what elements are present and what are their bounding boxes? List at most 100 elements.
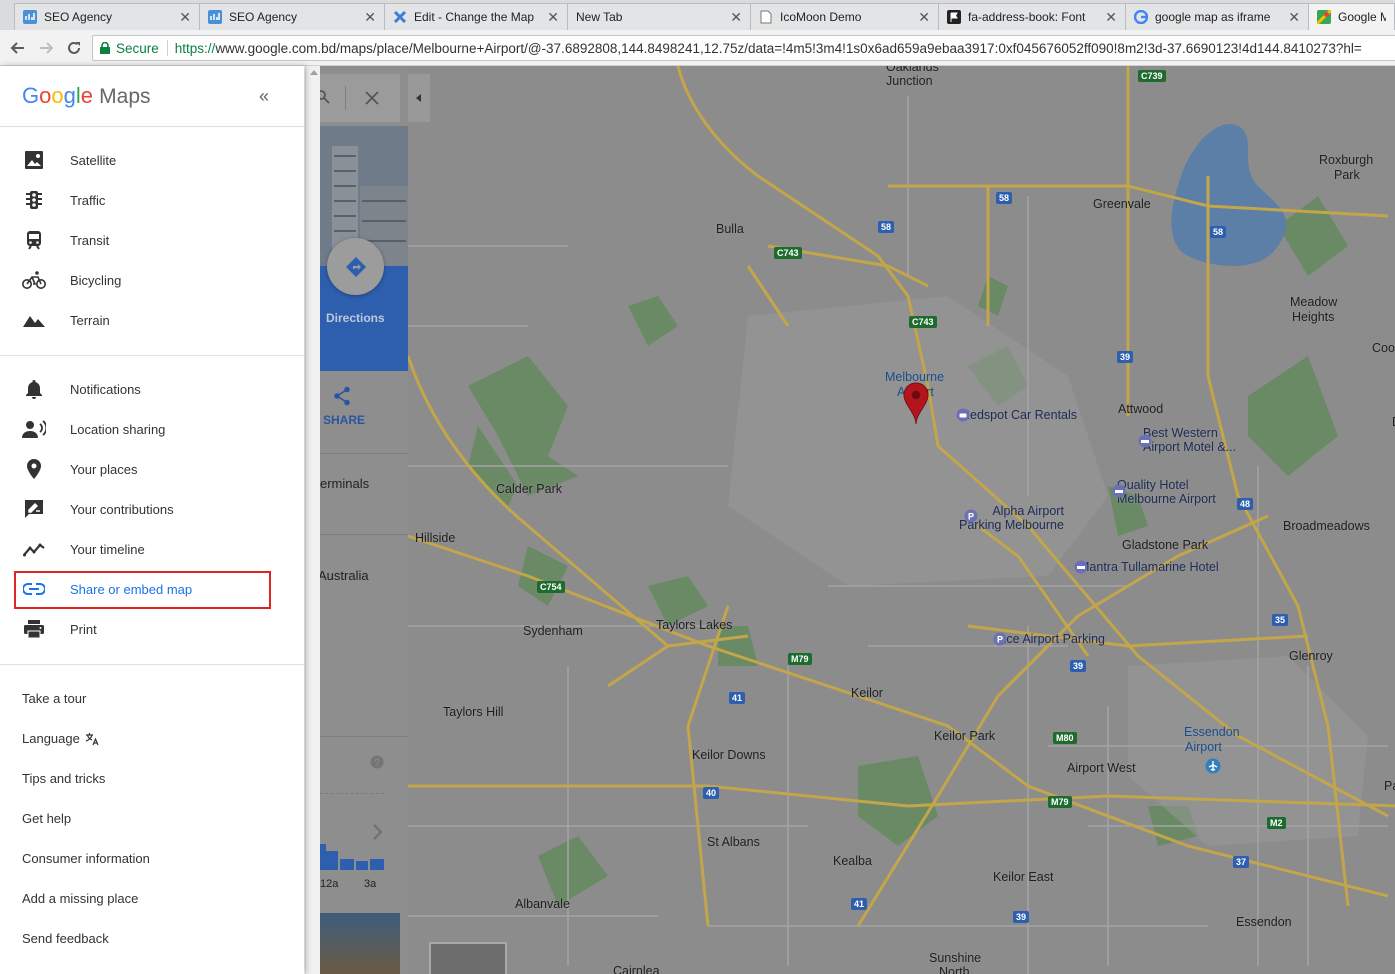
place-label[interactable]: Keilor Downs xyxy=(692,748,766,762)
place-label[interactable]: Keilor East xyxy=(993,870,1053,884)
tab-title: SEO Agency xyxy=(229,10,298,24)
footer-link-label: Language xyxy=(22,731,80,746)
place-label[interactable]: Roxburgh xyxy=(1319,153,1373,167)
scroll-up-arrow-icon[interactable] xyxy=(310,70,318,75)
map-canvas[interactable]: C739 58 58 58 C743 C743 39 48 C754 M79 3… xyxy=(408,66,1395,974)
chevron-right-icon[interactable] xyxy=(372,824,382,840)
expand-panel-button[interactable] xyxy=(408,74,430,122)
share-label[interactable]: SHARE xyxy=(323,413,365,427)
tab-close-icon[interactable]: ✕ xyxy=(730,10,742,24)
seo-agency-favicon xyxy=(208,10,222,24)
footer-link-consumer-information[interactable]: Consumer information xyxy=(22,851,150,866)
place-label-essendon-airport[interactable]: Airport xyxy=(1185,740,1222,754)
menu-item-satellite[interactable]: Satellite xyxy=(0,140,304,180)
search-box[interactable] xyxy=(320,74,400,122)
browser-tab[interactable]: IcoMoon Demo ✕ xyxy=(750,3,939,30)
tab-close-icon[interactable]: ✕ xyxy=(364,10,376,24)
browser-tab[interactable]: SEO Agency ✕ xyxy=(199,3,385,30)
url-text[interactable]: https://www.google.com.bd/maps/place/Mel… xyxy=(168,41,1362,56)
browser-tab[interactable]: New Tab ✕ xyxy=(567,3,751,30)
imagery-thumbnail[interactable] xyxy=(429,942,507,974)
location-marker-icon[interactable] xyxy=(903,382,929,426)
place-label-essendon-airport[interactable]: Essendon xyxy=(1184,725,1240,739)
place-label[interactable]: St Albans xyxy=(707,835,760,849)
place-label[interactable]: Meadow xyxy=(1290,295,1337,309)
menu-item-print[interactable]: Print xyxy=(0,609,304,649)
browser-tab[interactable]: Edit - Change the Map ✕ xyxy=(384,3,568,30)
back-arrow-icon[interactable] xyxy=(6,36,30,60)
place-label[interactable]: Oaklands xyxy=(886,66,939,74)
collapse-menu-icon[interactable]: « xyxy=(259,86,269,107)
browser-tab[interactable]: fa-address-book: Font ✕ xyxy=(938,3,1126,30)
footer-link-language[interactable]: Language xyxy=(22,731,99,746)
place-label[interactable]: Glenroy xyxy=(1289,649,1333,663)
place-label[interactable]: Bulla xyxy=(716,222,744,236)
place-label[interactable]: Park xyxy=(1334,168,1360,182)
place-label[interactable]: Broadmeadows xyxy=(1283,519,1370,533)
place-label[interactable]: Sydenham xyxy=(523,624,583,638)
tab-close-icon[interactable]: ✕ xyxy=(547,10,559,24)
tab-close-icon[interactable]: ✕ xyxy=(1288,10,1300,24)
search-icon[interactable] xyxy=(320,90,330,104)
reload-icon[interactable] xyxy=(62,36,86,60)
place-label[interactable]: Keilor xyxy=(851,686,883,700)
poi-redspot-car-rentals[interactable]: Redspot Car Rentals xyxy=(956,408,1077,422)
place-label[interactable]: Gladstone Park xyxy=(1122,538,1208,552)
tab-close-icon[interactable]: ✕ xyxy=(1105,10,1117,24)
photo-thumbnail[interactable] xyxy=(320,913,400,974)
menu-item-your-places[interactable]: Your places xyxy=(0,449,304,489)
menu-item-terrain[interactable]: Terrain xyxy=(0,300,304,340)
address-bar[interactable]: Secure https://www.google.com.bd/maps/pl… xyxy=(92,35,1395,61)
airport-pin-icon[interactable] xyxy=(1205,758,1221,774)
hotel-pin-icon xyxy=(1074,560,1088,574)
place-label[interactable]: Essendon xyxy=(1236,915,1292,929)
pin-icon xyxy=(22,457,46,481)
place-label[interactable]: Heights xyxy=(1292,310,1334,324)
browser-tab[interactable]: google map as iframe ✕ xyxy=(1125,3,1309,30)
place-label[interactable]: Calder Park xyxy=(496,482,562,496)
place-label[interactable]: North xyxy=(939,965,970,974)
place-label[interactable]: Coolar xyxy=(1372,341,1395,355)
place-label[interactable]: Keilor Park xyxy=(934,729,995,743)
close-icon[interactable] xyxy=(365,91,379,105)
place-label[interactable]: Airport West xyxy=(1067,761,1136,775)
menu-item-your-contributions[interactable]: Your contributions xyxy=(0,489,304,529)
place-label[interactable]: Cairnlea xyxy=(613,964,660,974)
menu-item-location-sharing[interactable]: Location sharing xyxy=(0,409,304,449)
directions-button[interactable] xyxy=(327,238,384,295)
secure-indicator[interactable]: Secure xyxy=(93,40,168,56)
footer-link-take-a-tour[interactable]: Take a tour xyxy=(22,691,86,706)
place-label[interactable]: Sunshine xyxy=(929,951,981,965)
place-label[interactable]: Taylors Lakes xyxy=(656,618,732,632)
menu-item-notifications[interactable]: Notifications xyxy=(0,369,304,409)
menu-item-transit[interactable]: Transit xyxy=(0,220,304,260)
footer-link-add-missing-place[interactable]: Add a missing place xyxy=(22,891,138,906)
menu-item-bicycling[interactable]: Bicycling xyxy=(0,260,304,300)
footer-link-send-feedback[interactable]: Send feedback xyxy=(22,931,109,946)
place-label[interactable]: Taylors Hill xyxy=(443,705,503,719)
place-label[interactable]: Hillside xyxy=(415,531,455,545)
place-label[interactable]: Junction xyxy=(886,74,933,88)
browser-tab[interactable]: SEO Agency ✕ xyxy=(14,3,200,30)
poi-quality-hotel[interactable]: Quality Hotel Melbourne Airport xyxy=(1112,478,1216,506)
menu-item-your-timeline[interactable]: Your timeline xyxy=(0,529,304,569)
poi-mantra-tullamarine-hotel[interactable]: Mantra Tullamarine Hotel xyxy=(1074,560,1219,574)
place-label[interactable]: Greenvale xyxy=(1093,197,1151,211)
place-label[interactable]: Kealba xyxy=(833,854,872,868)
sidebar-scrollbar[interactable] xyxy=(305,66,320,974)
footer-link-tips-and-tricks[interactable]: Tips and tricks xyxy=(22,771,105,786)
browser-tab[interactable]: Google M xyxy=(1308,3,1395,30)
footer-link-get-help[interactable]: Get help xyxy=(22,811,71,826)
place-label[interactable]: Pas xyxy=(1384,779,1395,793)
menu-item-traffic[interactable]: Traffic xyxy=(0,180,304,220)
forward-arrow-icon[interactable] xyxy=(34,36,58,60)
poi-ace-airport-parking[interactable]: P Ace Airport Parking xyxy=(993,632,1105,646)
place-label[interactable]: Attwood xyxy=(1118,402,1163,416)
help-icon[interactable]: ? xyxy=(370,755,384,769)
tab-close-icon[interactable]: ✕ xyxy=(918,10,930,24)
tab-close-icon[interactable]: ✕ xyxy=(179,10,191,24)
share-icon[interactable] xyxy=(333,386,351,406)
poi-best-western[interactable]: Best Western Airport Motel &... xyxy=(1138,426,1236,454)
place-label[interactable]: Albanvale xyxy=(515,897,570,911)
poi-alpha-airport-parking[interactable]: Alpha Airport Parking Melbourne P xyxy=(959,504,1064,532)
